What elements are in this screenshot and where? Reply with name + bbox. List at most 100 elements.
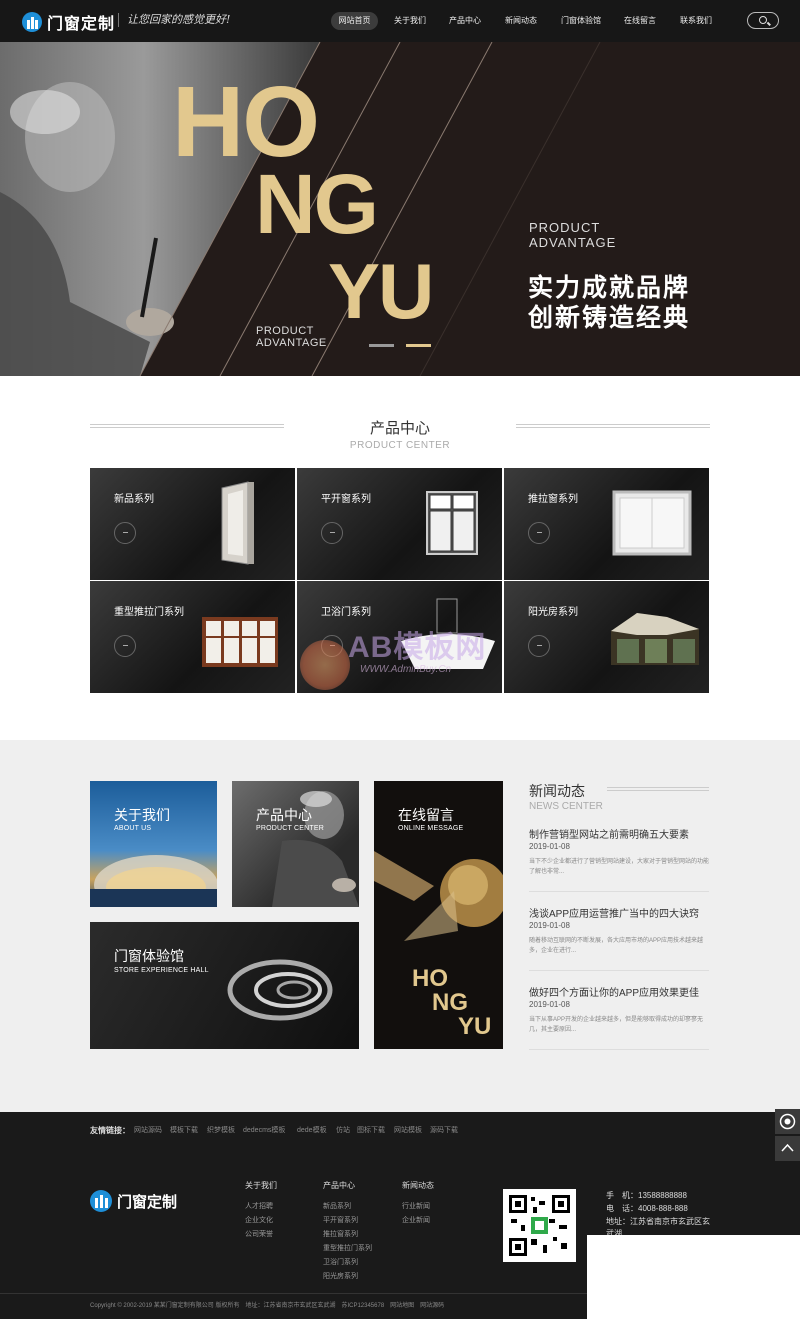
product-card-sliding-window[interactable]: 推拉窗系列 xyxy=(504,468,709,580)
product-center-title: 产品中心 xyxy=(369,420,430,437)
news-item-title[interactable]: 制作营销型网站之前需明确五大要素 xyxy=(529,826,689,841)
nav-home[interactable]: 网站首页 xyxy=(331,12,378,30)
watermark-url: WWW.AdminBuy.Cn xyxy=(360,664,452,675)
news-heading: 新闻动态 xyxy=(529,783,585,799)
footer-col-link[interactable]: 企业新闻 xyxy=(402,1215,430,1225)
product-card-sunroom[interactable]: 阳光房系列 xyxy=(504,581,709,693)
friend-link[interactable]: 网站模板 xyxy=(394,1125,422,1135)
site-logo[interactable]: 门窗定制 xyxy=(22,10,115,34)
footer-col-title[interactable]: 新闻动态 xyxy=(402,1180,434,1191)
contact-mobile: 手 机：13588888888 xyxy=(606,1191,687,1200)
logo-text: 门窗定制 xyxy=(47,16,116,33)
product-card-new[interactable]: 新品系列 xyxy=(90,468,295,580)
news-divider xyxy=(529,970,709,971)
footer-logo-text: 门窗定制 xyxy=(117,1193,178,1211)
news-item-date: 2019-01-08 xyxy=(529,842,570,851)
footer-logo[interactable]: 门窗定制 xyxy=(90,1190,177,1212)
slide-dot-1[interactable] xyxy=(369,344,394,347)
tile-title: 在线留言 xyxy=(398,807,454,823)
friend-link[interactable]: 网站源码 xyxy=(134,1125,162,1135)
banner-letters-3: YU xyxy=(328,252,434,332)
back-to-top-button[interactable] xyxy=(775,1136,800,1161)
banner-caption-right-1: PRODUCT xyxy=(529,220,601,235)
swirl-sculpture-image xyxy=(227,959,333,1021)
footer-col-link[interactable]: 新品系列 xyxy=(323,1201,351,1211)
nav-experience-hall[interactable]: 门窗体验馆 xyxy=(556,12,606,30)
tile-letters-1: HO xyxy=(412,965,448,992)
friend-link[interactable]: dedecms模板 xyxy=(243,1125,285,1135)
qr-code xyxy=(503,1189,576,1262)
footer-col-link[interactable]: 平开窗系列 xyxy=(323,1215,358,1225)
about-us-tile[interactable]: 关于我们 ABOUT US xyxy=(90,781,217,907)
contact-phone: 电 话：4008-888-888 xyxy=(606,1204,688,1213)
slide-dot-2[interactable] xyxy=(406,344,431,347)
news-item-date: 2019-01-08 xyxy=(529,921,570,930)
product-center-subtitle: PRODUCT CENTER xyxy=(349,440,451,451)
watermark-text: AB模板网 xyxy=(348,631,487,664)
tile-title: 产品中心 xyxy=(256,807,312,823)
footer-col-title[interactable]: 关于我们 xyxy=(245,1180,277,1191)
news-item-summary: 当下不少企业都进行了营销型网站建设，大家对于营销型网站的功能了解也非常... xyxy=(529,859,710,875)
nav-contact[interactable]: 联系我们 xyxy=(674,12,718,30)
product-card-heavy-door[interactable]: 重型推拉门系列 xyxy=(90,581,295,693)
casement-window-image xyxy=(221,481,254,565)
search-button[interactable] xyxy=(747,12,779,29)
product-center-heading: 产品中心 PRODUCT CENTER xyxy=(0,417,800,451)
footer-col-title[interactable]: 产品中心 xyxy=(323,1180,355,1191)
footer-col-link[interactable]: 企业文化 xyxy=(245,1215,273,1225)
back-to-top-icon xyxy=(781,1143,794,1152)
tile-title: 门窗体验馆 xyxy=(114,948,184,964)
nav-message[interactable]: 在线留言 xyxy=(618,12,662,30)
footer-col-link[interactable]: 阳光房系列 xyxy=(323,1271,358,1281)
page: 门窗定制 让您回家的感觉更好! 网站首页 关于我们 产品中心 新闻动态 门窗体验… xyxy=(0,0,800,1319)
arrow-circle-icon xyxy=(114,635,136,657)
friend-link[interactable]: 模板下载 xyxy=(170,1125,198,1135)
product-center-tile[interactable]: 产品中心 PRODUCT CENTER xyxy=(232,781,359,907)
hero-banner[interactable]: HO NG YU PRODUCT ADVANTAGE PRODUCT ADVAN… xyxy=(0,42,800,376)
friend-link[interactable]: 源码下载 xyxy=(430,1125,458,1135)
footer-col-link[interactable]: 卫浴门系列 xyxy=(323,1257,358,1267)
sliding-window-image xyxy=(612,490,692,556)
online-message-tile[interactable]: 在线留言 ONLINE MESSAGE HO NG YU xyxy=(374,781,503,1049)
nav-news[interactable]: 新闻动态 xyxy=(499,12,543,30)
product-card-casement[interactable]: 平开窗系列 xyxy=(297,468,502,580)
footer-col-link[interactable]: 行业新闻 xyxy=(402,1201,430,1211)
product-name: 新品系列 xyxy=(114,494,154,505)
footer-col-link[interactable]: 人才招聘 xyxy=(245,1201,273,1211)
product-name: 重型推拉门系列 xyxy=(114,607,184,618)
footer-col-link[interactable]: 重型推拉门系列 xyxy=(323,1243,372,1253)
banner-caption-right-2: ADVANTAGE xyxy=(529,235,617,250)
logo-mark-icon xyxy=(90,1190,112,1212)
news-item-title[interactable]: 浅谈APP应用运营推广当中的四大诀窍 xyxy=(529,905,699,920)
arrow-circle-icon xyxy=(321,522,343,544)
friend-link[interactable]: 织梦模板 xyxy=(207,1125,235,1135)
arrow-circle-icon xyxy=(528,522,550,544)
friend-link[interactable]: 仿站 xyxy=(336,1125,350,1135)
banner-slogan-2: 创新铸造经典 xyxy=(528,304,691,332)
tile-subtitle: STORE EXPERIENCE HALL xyxy=(114,967,209,974)
footer-col-link[interactable]: 推拉窗系列 xyxy=(323,1229,358,1239)
friend-link[interactable]: dede模板 xyxy=(297,1125,327,1135)
news-item-date: 2019-01-08 xyxy=(529,1000,570,1009)
qq-button[interactable] xyxy=(775,1109,800,1134)
footer-col-link[interactable]: 公司荣誉 xyxy=(245,1229,273,1239)
nav-products[interactable]: 产品中心 xyxy=(443,12,487,30)
product-name: 平开窗系列 xyxy=(321,494,371,505)
tile-subtitle: PRODUCT CENTER xyxy=(256,825,325,832)
copyright-text: Copyright © 2002-2019 某某门窗定制有限公司 版权所有 地址… xyxy=(90,1303,445,1309)
banner-caption-left-1: PRODUCT xyxy=(256,325,314,337)
banner-caption-left-2: ADVANTAGE xyxy=(256,337,327,349)
friend-links-label: 友情链接： xyxy=(90,1126,130,1135)
nav-about[interactable]: 关于我们 xyxy=(388,12,432,30)
qr-code-icon xyxy=(509,1195,570,1256)
tile-title: 关于我们 xyxy=(114,807,170,823)
experience-hall-tile[interactable]: 门窗体验馆 STORE EXPERIENCE HALL xyxy=(90,922,359,1049)
opera-house-image xyxy=(90,855,217,907)
friend-link[interactable]: 图标下载 xyxy=(357,1125,385,1135)
news-divider xyxy=(529,891,709,892)
banner-letters-2: NG xyxy=(255,157,379,251)
product-name: 推拉窗系列 xyxy=(528,494,578,505)
tile-letters-2: NG xyxy=(432,989,468,1016)
casement-window-image xyxy=(426,491,478,555)
news-item-title[interactable]: 做好四个方面让你的APP应用效果更佳 xyxy=(529,984,699,999)
